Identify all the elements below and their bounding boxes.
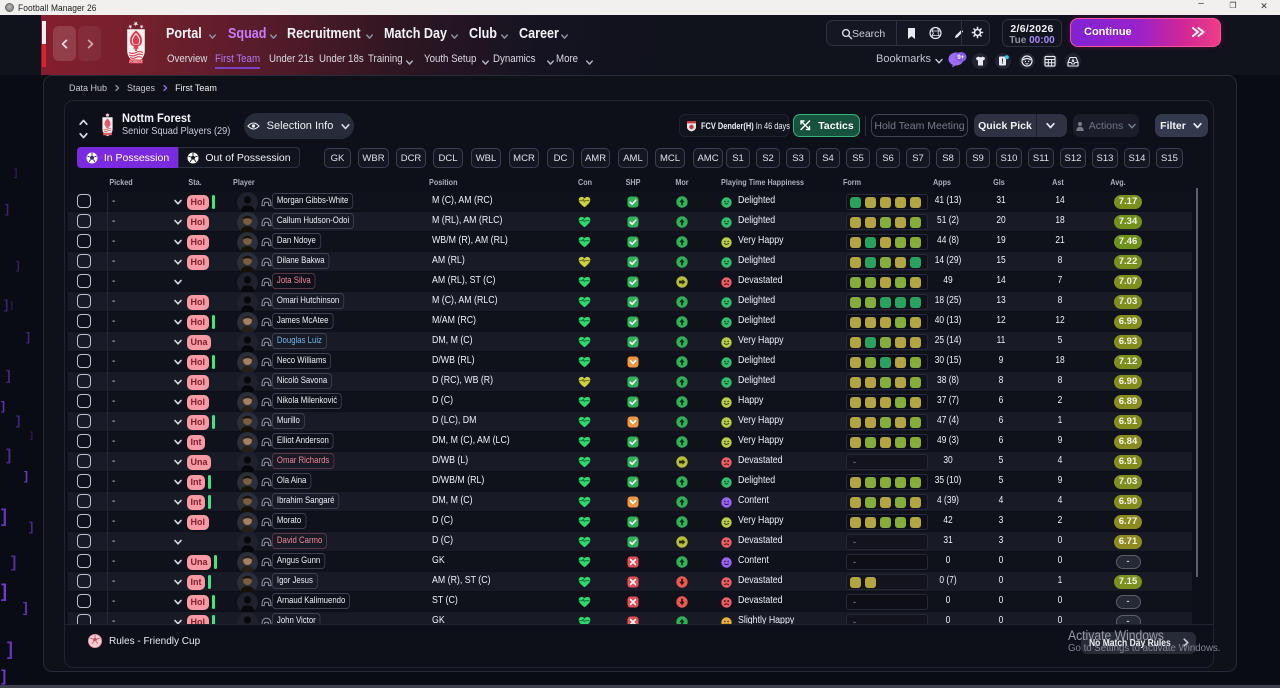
svg-text:9+: 9+ xyxy=(957,54,965,61)
svg-text:FOREST: FOREST xyxy=(130,60,143,64)
svg-text:!: ! xyxy=(1001,59,1003,66)
